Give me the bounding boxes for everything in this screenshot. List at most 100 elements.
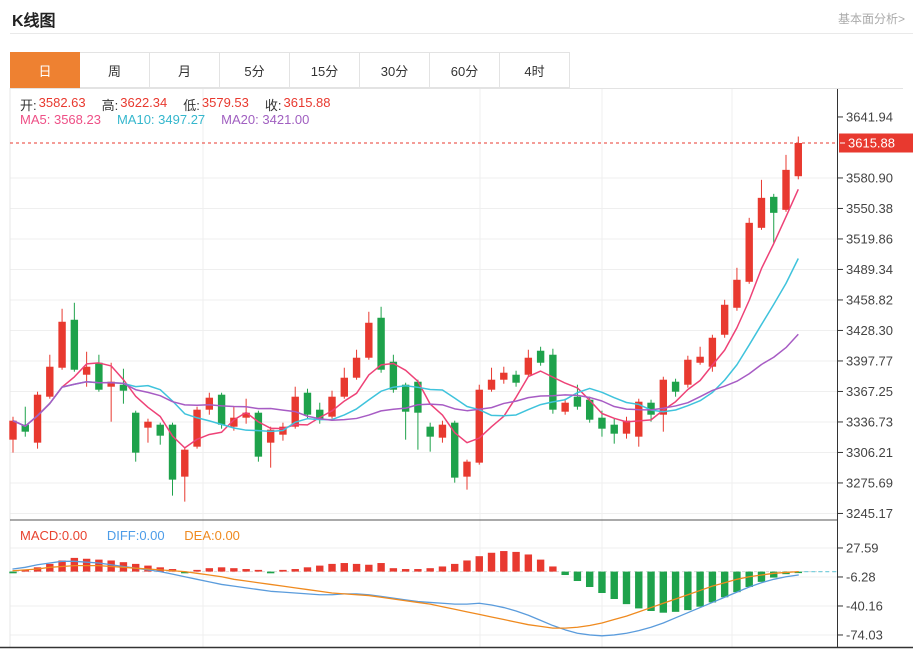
- macd-bar: [414, 569, 421, 572]
- tab-30min[interactable]: 30分: [360, 52, 430, 88]
- ma5-value: 3568.23: [54, 112, 101, 127]
- candle: [426, 427, 433, 437]
- candle: [782, 170, 789, 210]
- macd-bar: [255, 570, 262, 572]
- tab-week[interactable]: 周: [80, 52, 150, 88]
- macd-bar: [611, 572, 618, 599]
- macd-bar: [206, 568, 213, 571]
- diff-label: DIFF:: [107, 528, 140, 543]
- macd-bar: [230, 568, 237, 571]
- svg-text:-74.03: -74.03: [846, 627, 883, 642]
- candle: [512, 375, 519, 383]
- macd-bar: [549, 566, 556, 571]
- macd-bar: [561, 572, 568, 575]
- macd-bar: [451, 564, 458, 572]
- macd-label: MACD:: [20, 528, 62, 543]
- tab-15min[interactable]: 15分: [290, 52, 360, 88]
- candle: [328, 397, 335, 417]
- candle: [46, 367, 53, 397]
- candle: [95, 363, 102, 390]
- ma-legend: MA5: 3568.23 MA10: 3497.27 MA20: 3421.00: [20, 112, 309, 127]
- svg-text:3245.17: 3245.17: [846, 506, 893, 521]
- ma10-value: 3497.27: [158, 112, 205, 127]
- macd-bar: [377, 563, 384, 572]
- macd-bar: [586, 572, 593, 587]
- macd-bar: [242, 569, 249, 572]
- tab-4hour[interactable]: 4时: [500, 52, 570, 88]
- svg-text:3367.25: 3367.25: [846, 384, 893, 399]
- macd-bar: [574, 572, 581, 581]
- macd-bar: [623, 572, 630, 605]
- svg-text:27.59: 27.59: [846, 540, 879, 555]
- macd-bar: [500, 551, 507, 572]
- candle: [304, 393, 311, 415]
- macd-bar: [267, 572, 274, 574]
- ma10-label: MA10:: [117, 112, 155, 127]
- candle: [672, 382, 679, 392]
- tab-day[interactable]: 日: [10, 52, 80, 88]
- ma20-label: MA20:: [221, 112, 259, 127]
- candle: [157, 425, 164, 436]
- candle: [561, 403, 568, 412]
- candle: [181, 450, 188, 477]
- candle: [58, 322, 65, 368]
- ma5-label: MA5:: [20, 112, 50, 127]
- macd-bar: [365, 565, 372, 572]
- macd-bar: [71, 558, 78, 572]
- candle: [9, 421, 16, 440]
- macd-bar: [279, 570, 286, 572]
- macd-bar: [193, 570, 200, 572]
- svg-text:3397.77: 3397.77: [846, 353, 893, 368]
- candle: [341, 378, 348, 397]
- macd-bar: [721, 572, 728, 598]
- candle: [71, 320, 78, 370]
- candle: [365, 323, 372, 358]
- candle: [574, 397, 581, 407]
- macd-bar: [672, 572, 679, 612]
- macd-bar: [684, 572, 691, 611]
- candle: [770, 197, 777, 213]
- svg-text:3306.21: 3306.21: [846, 445, 893, 460]
- macd-bar: [647, 572, 654, 611]
- candle: [721, 305, 728, 335]
- svg-text:3336.73: 3336.73: [846, 414, 893, 429]
- candle: [500, 373, 507, 380]
- svg-text:3580.90: 3580.90: [846, 170, 893, 185]
- macd-bar: [537, 560, 544, 572]
- tab-month[interactable]: 月: [150, 52, 220, 88]
- macd-bar: [402, 569, 409, 572]
- candle: [132, 413, 139, 453]
- svg-text:3428.30: 3428.30: [846, 323, 893, 338]
- macd-bar: [733, 572, 740, 593]
- candle: [795, 143, 802, 176]
- svg-text:3519.86: 3519.86: [846, 231, 893, 246]
- candle: [733, 280, 740, 308]
- dea-value: 0.00: [215, 528, 240, 543]
- tab-5min[interactable]: 5分: [220, 52, 290, 88]
- candle: [83, 367, 90, 375]
- macd-value: 0.00: [62, 528, 87, 543]
- svg-text:-40.16: -40.16: [846, 598, 883, 613]
- diff-value: 0.00: [139, 528, 164, 543]
- macd-bar: [304, 567, 311, 571]
- candle: [120, 385, 127, 391]
- macd-bar: [390, 568, 397, 571]
- candle: [537, 351, 544, 363]
- candle: [390, 362, 397, 390]
- ma20-value: 3421.00: [262, 112, 309, 127]
- candle: [598, 418, 605, 429]
- macd-bar: [218, 567, 225, 571]
- macd-bar: [660, 572, 667, 613]
- macd-bar: [439, 566, 446, 571]
- candle: [525, 358, 532, 375]
- macd-bar: [758, 572, 765, 582]
- tab-60min[interactable]: 60分: [430, 52, 500, 88]
- svg-text:3275.69: 3275.69: [846, 475, 893, 490]
- candle: [206, 398, 213, 410]
- candle: [758, 198, 765, 228]
- svg-text:3641.94: 3641.94: [846, 109, 893, 124]
- candle: [218, 395, 225, 425]
- candle: [488, 380, 495, 390]
- macd-bar: [341, 563, 348, 572]
- candle: [451, 423, 458, 478]
